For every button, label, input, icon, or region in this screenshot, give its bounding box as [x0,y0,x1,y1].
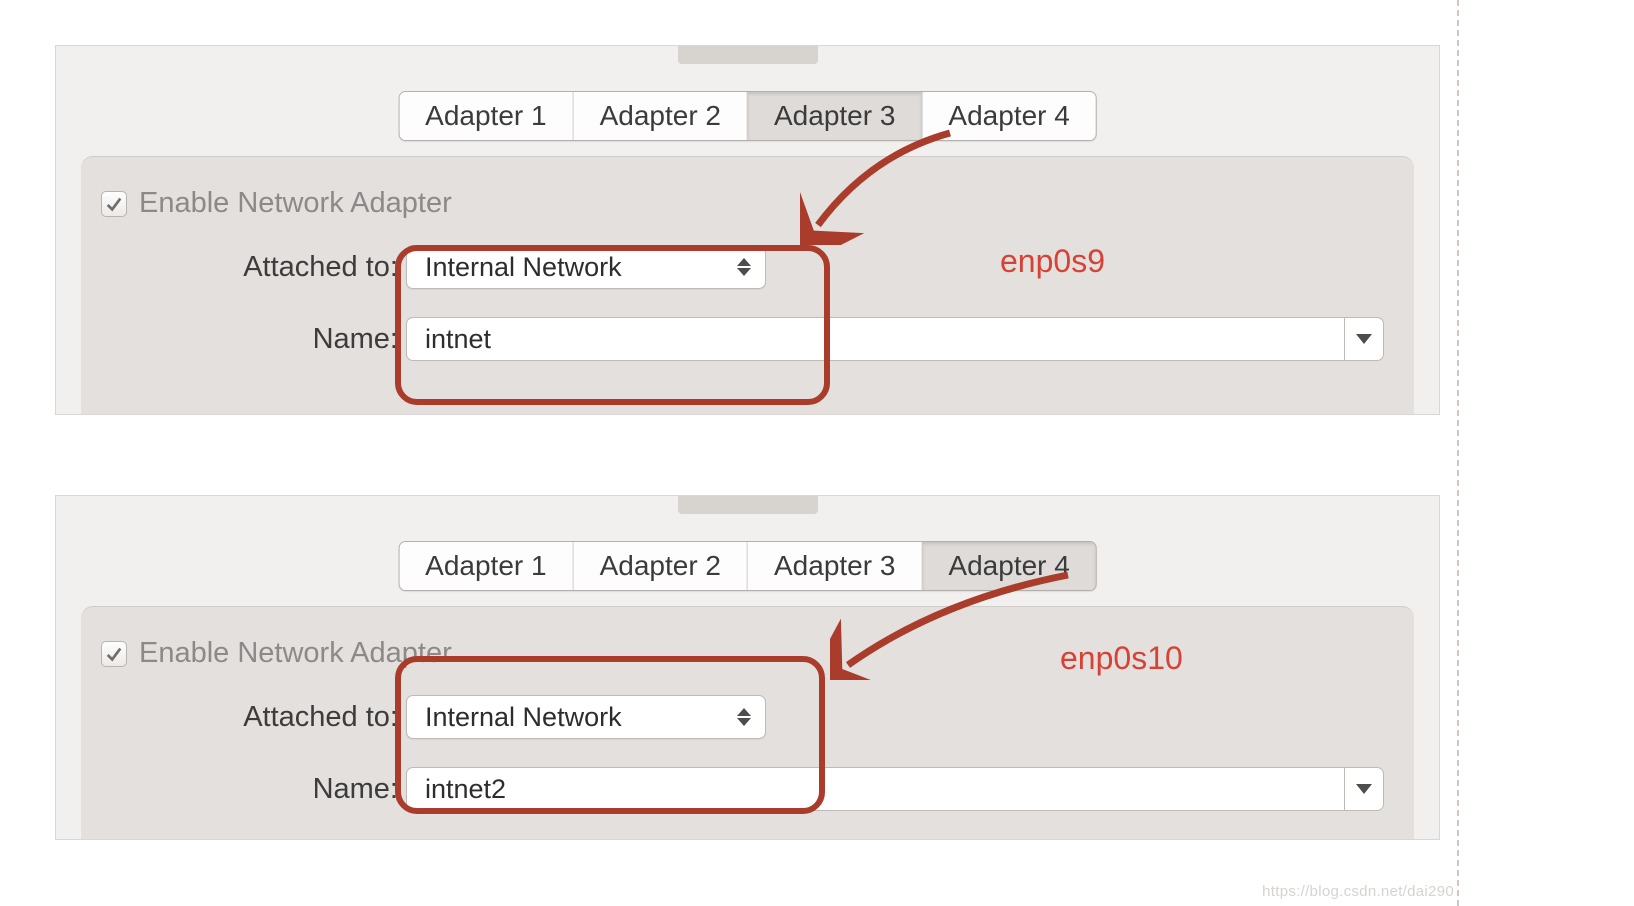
adapter-tabs: Adapter 1 Adapter 2 Adapter 3 Adapter 4 [398,91,1097,141]
tab-adapter2[interactable]: Adapter 2 [574,92,748,140]
updown-icon [737,258,751,276]
watermark-text: https://blog.csdn.net/dai290 [1262,883,1454,900]
network-name-input[interactable] [406,317,1344,361]
enable-adapter-row: Enable Network Adapter [101,187,452,220]
attached-to-value: Internal Network [425,702,622,733]
attached-to-label: Attached to: [211,251,406,284]
tab-adapter4[interactable]: Adapter 4 [922,542,1095,590]
tab-adapter2[interactable]: Adapter 2 [574,542,748,590]
enable-adapter-label: Enable Network Adapter [139,637,452,670]
panel-drag-handle [678,46,818,64]
attached-to-value: Internal Network [425,252,622,283]
check-icon [105,645,123,663]
page-right-dashed-border [1457,0,1459,906]
attached-to-row: Attached to: Internal Network [211,695,1384,739]
attached-to-dropdown[interactable]: Internal Network [406,245,766,289]
attached-to-row: Attached to: Internal Network [211,245,1384,289]
tab-adapter1[interactable]: Adapter 1 [399,92,573,140]
chevron-down-icon [1356,334,1372,344]
tab-adapter4[interactable]: Adapter 4 [922,92,1095,140]
network-name-combobox [406,767,1384,811]
network-settings-panel-adapter4: Adapter 1 Adapter 2 Adapter 3 Adapter 4 … [55,495,1440,840]
tab-adapter3[interactable]: Adapter 3 [748,92,922,140]
tab-adapter3[interactable]: Adapter 3 [748,542,922,590]
annotation-text: enp0s10 [1060,640,1183,677]
adapter3-form: Enable Network Adapter Attached to: Inte… [81,156,1414,414]
attached-to-dropdown[interactable]: Internal Network [406,695,766,739]
annotation-text: enp0s9 [1000,243,1105,280]
network-settings-panel-adapter3: Adapter 1 Adapter 2 Adapter 3 Adapter 4 … [55,45,1440,415]
network-name-dropdown-button[interactable] [1344,317,1384,361]
network-name-row: Name: [211,767,1384,811]
enable-adapter-checkbox[interactable] [101,191,127,217]
panel-drag-handle [678,496,818,514]
network-name-combobox [406,317,1384,361]
attached-to-label: Attached to: [211,701,406,734]
check-icon [105,195,123,213]
chevron-down-icon [1356,784,1372,794]
network-name-dropdown-button[interactable] [1344,767,1384,811]
network-name-label: Name: [211,773,406,806]
network-name-label: Name: [211,323,406,356]
tab-adapter1[interactable]: Adapter 1 [399,542,573,590]
enable-adapter-checkbox[interactable] [101,641,127,667]
updown-icon [737,708,751,726]
network-name-input[interactable] [406,767,1344,811]
adapter4-form: Enable Network Adapter Attached to: Inte… [81,606,1414,839]
adapter-tabs: Adapter 1 Adapter 2 Adapter 3 Adapter 4 [398,541,1097,591]
enable-adapter-row: Enable Network Adapter [101,637,452,670]
enable-adapter-label: Enable Network Adapter [139,187,452,220]
network-name-row: Name: [211,317,1384,361]
